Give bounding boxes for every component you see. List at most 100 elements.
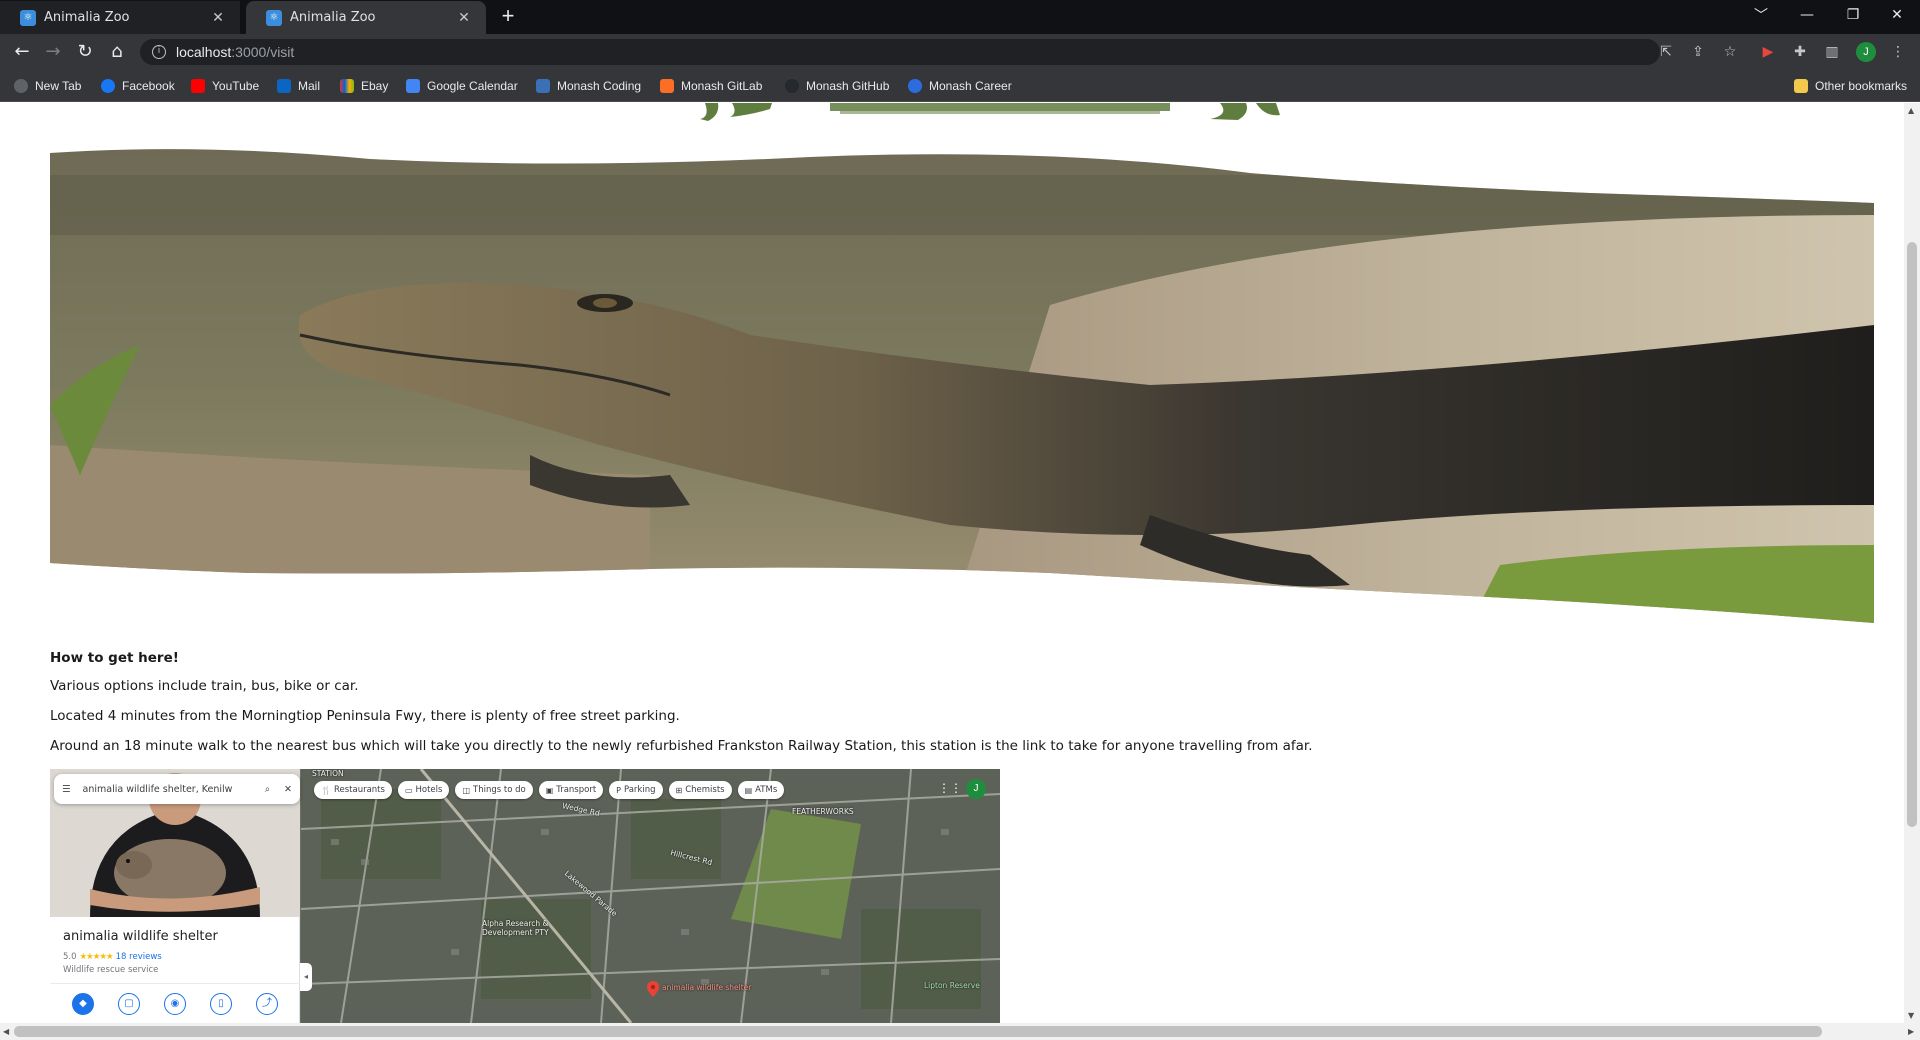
other-bookmarks[interactable]: Other bookmarks xyxy=(1794,77,1907,95)
address-bar[interactable]: i localhost:3000/visit xyxy=(140,39,1660,65)
directions-icon[interactable]: ◆ xyxy=(72,993,94,1015)
paragraph-public-transport: Around an 18 minute walk to the nearest … xyxy=(50,738,1313,754)
bookmark-monash-github[interactable]: Monash GitHub xyxy=(785,77,889,95)
chip-label: Parking xyxy=(623,785,656,795)
vertical-scroll-thumb[interactable] xyxy=(1907,242,1917,827)
bookmark-facebook[interactable]: Facebook xyxy=(101,77,175,95)
tab-animalia-zoo-2[interactable]: ⚛ Animalia Zoo ✕ xyxy=(246,1,486,34)
alligator-hero-image xyxy=(50,149,1874,623)
close-icon[interactable]: ✕ xyxy=(284,784,292,795)
chip-transport[interactable]: ▣ Transport xyxy=(538,781,604,799)
chip-label: Restaurants xyxy=(333,785,385,795)
place-actions: ◆ ▢ ◉ ▯ ⤴ xyxy=(50,983,300,1023)
side-panel-icon[interactable]: ▥ xyxy=(1822,42,1842,62)
tab-animalia-zoo-1[interactable]: ⚛ Animalia Zoo ✕ xyxy=(0,1,240,34)
transit-icon: ▣ xyxy=(545,785,554,795)
monash-coding-icon xyxy=(536,79,550,93)
back-icon[interactable]: ← xyxy=(9,39,35,65)
share-icon[interactable]: ⇪ xyxy=(1688,42,1708,62)
bookmark-google-calendar[interactable]: Google Calendar xyxy=(406,77,518,95)
bookmark-mail[interactable]: Mail xyxy=(277,77,320,95)
chip-label: Things to do xyxy=(473,785,526,795)
menu-kebab-icon[interactable]: ⋮ xyxy=(1888,42,1908,62)
new-tab-button[interactable]: + xyxy=(494,5,522,29)
hotel-icon: ▭ xyxy=(404,785,413,795)
tab-title: Animalia Zoo xyxy=(290,10,376,25)
share-icon[interactable]: ⤴ xyxy=(256,993,278,1015)
open-in-app-icon[interactable]: ⇱ xyxy=(1656,42,1676,62)
tab-search-icon[interactable]: ﹀ xyxy=(1738,0,1784,30)
collapse-panel-icon[interactable]: ◂ xyxy=(300,963,312,991)
gitlab-icon xyxy=(660,79,674,93)
url-path: :3000/visit xyxy=(231,44,295,60)
bookmark-youtube[interactable]: YouTube xyxy=(191,77,259,95)
bookmark-new-tab[interactable]: New Tab xyxy=(14,77,81,95)
search-icon[interactable]: ⌕ xyxy=(265,784,270,795)
bookmark-star-icon[interactable]: ☆ xyxy=(1720,42,1740,62)
react-favicon-icon: ⚛ xyxy=(266,9,282,26)
restore-button[interactable]: ❐ xyxy=(1830,0,1876,30)
google-map-embed[interactable]: ☰ animalia wildlife shelter, Kenilw ⌕ ✕ … xyxy=(50,769,1000,1023)
close-window-button[interactable]: ✕ xyxy=(1874,0,1920,30)
scroll-left-arrow-icon[interactable]: ◀ xyxy=(3,1027,9,1036)
chip-restaurants[interactable]: 🍴 Restaurants xyxy=(314,781,392,799)
bookmark-monash-career[interactable]: Monash Career xyxy=(908,77,1012,95)
bookmark-ebay[interactable]: Ebay xyxy=(340,77,388,95)
ebay-icon xyxy=(340,79,354,93)
map-category-chips: 🍴 Restaurants ▭ Hotels ◫ Things to do ▣ Tran… xyxy=(314,781,785,799)
chip-atms[interactable]: ▤ ATMs xyxy=(737,781,785,799)
monash-career-icon xyxy=(908,79,922,93)
bookmark-label: Mail xyxy=(298,79,321,93)
profile-avatar[interactable]: J xyxy=(1856,42,1876,62)
close-tab-icon[interactable]: ✕ xyxy=(456,10,472,26)
save-icon[interactable]: ▢ xyxy=(118,993,140,1015)
bookmark-label: YouTube xyxy=(212,79,260,93)
place-name[interactable]: animalia wildlife shelter xyxy=(63,929,218,944)
scroll-right-arrow-icon[interactable]: ▶ xyxy=(1908,1027,1914,1036)
map-profile-avatar[interactable]: J xyxy=(966,779,986,799)
bookmark-label: Ebay xyxy=(361,79,389,93)
google-apps-icon[interactable]: ⋮⋮ xyxy=(938,781,962,795)
scroll-up-arrow-icon[interactable]: ▲ xyxy=(1908,106,1914,115)
map-search-box[interactable]: ☰ animalia wildlife shelter, Kenilw ⌕ ✕ xyxy=(54,774,300,804)
page-viewport: How to get here! Various options include… xyxy=(0,103,1904,1023)
browser-toolbar: ← → ↻ ⌂ i localhost:3000/visit ⇱ ⇪ ☆ ▶ ✚… xyxy=(0,34,1920,70)
close-tab-icon[interactable]: ✕ xyxy=(210,10,226,26)
forward-icon[interactable]: → xyxy=(40,39,66,65)
bookmark-label: New Tab xyxy=(35,79,82,93)
minimize-button[interactable]: — xyxy=(1784,0,1830,30)
horizontal-scroll-thumb[interactable] xyxy=(14,1026,1822,1037)
bookmark-label: Monash Career xyxy=(929,79,1012,93)
pharmacy-icon: ⊞ xyxy=(675,785,683,795)
chip-label: Transport xyxy=(556,785,597,795)
hamburger-menu-icon[interactable]: ☰ xyxy=(62,784,71,795)
map-search-input[interactable]: animalia wildlife shelter, Kenilw xyxy=(83,784,265,795)
chip-parking[interactable]: P Parking xyxy=(609,781,663,799)
reviews-link[interactable]: 18 reviews xyxy=(116,952,162,962)
bookmark-label: Monash GitLab xyxy=(681,79,763,93)
bookmark-monash-gitlab[interactable]: Monash GitLab xyxy=(660,77,762,95)
globe-icon xyxy=(14,79,28,93)
chip-things-to-do[interactable]: ◫ Things to do xyxy=(455,781,533,799)
map-label-shelter[interactable]: animalia wildlife shelter xyxy=(662,983,751,992)
chip-label: ATMs xyxy=(755,785,778,795)
map-pin-icon[interactable] xyxy=(647,981,659,997)
extension-icon[interactable]: ▶ xyxy=(1758,42,1778,62)
place-rating: 5.0 ★★★★★ 18 reviews xyxy=(63,952,162,962)
place-type: Wildlife rescue service xyxy=(63,965,159,975)
site-info-icon[interactable]: i xyxy=(152,45,166,59)
bookmark-monash-coding[interactable]: Monash Coding xyxy=(536,77,641,95)
bookmark-label: Facebook xyxy=(122,79,175,93)
nearby-icon[interactable]: ◉ xyxy=(164,993,186,1015)
youtube-icon xyxy=(191,79,205,93)
atm-icon: ▤ xyxy=(744,785,753,795)
tab-title: Animalia Zoo xyxy=(44,10,130,25)
scroll-down-arrow-icon[interactable]: ▼ xyxy=(1908,1011,1914,1020)
chip-chemists[interactable]: ⊞ Chemists xyxy=(668,781,732,799)
extensions-puzzle-icon[interactable]: ✚ xyxy=(1790,42,1810,62)
facebook-icon xyxy=(101,79,115,93)
chip-hotels[interactable]: ▭ Hotels xyxy=(397,781,450,799)
reload-icon[interactable]: ↻ xyxy=(72,39,98,65)
send-to-phone-icon[interactable]: ▯ xyxy=(210,993,232,1015)
home-icon[interactable]: ⌂ xyxy=(104,39,130,65)
